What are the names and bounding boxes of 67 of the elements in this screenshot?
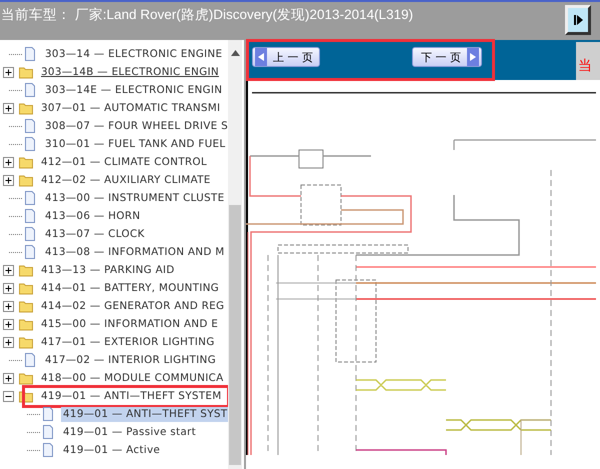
- document-icon: [23, 137, 37, 151]
- expand-toggle[interactable]: [3, 174, 14, 186]
- tree-item[interactable]: 413—00 — INSTRUMENT CLUSTE: [43, 190, 226, 206]
- document-icon: [23, 353, 37, 367]
- tree-item[interactable]: 418—00 — MODULE COMMUNICA: [39, 370, 226, 386]
- folder-icon: [19, 299, 33, 313]
- tree-item[interactable]: 303—14B — ELECTRONIC ENGIN: [39, 64, 221, 80]
- tree-item[interactable]: 413—06 — HORN: [43, 208, 142, 224]
- tree-item[interactable]: 419—01 — Passive start: [61, 424, 198, 440]
- document-icon: [41, 425, 55, 439]
- tree-item[interactable]: 415—00 — INFORMATION AND E: [39, 316, 220, 332]
- expand-toggle[interactable]: [3, 318, 14, 330]
- panel-toggle-button[interactable]: [565, 5, 591, 35]
- folder-icon: [19, 155, 33, 169]
- previous-page-button[interactable]: 上 一 页: [252, 47, 320, 67]
- tree-item[interactable]: 417—02 — INTERIOR LIGHTING: [43, 352, 218, 368]
- tree-item[interactable]: 419—01 — Active: [61, 442, 162, 458]
- tree-item[interactable]: 413—07 — CLOCK: [43, 226, 147, 242]
- expand-toggle[interactable]: [3, 66, 14, 78]
- scrollbar-thumb[interactable]: [229, 205, 241, 465]
- next-page-button[interactable]: 下 一 页: [412, 47, 482, 67]
- folder-icon: [19, 371, 33, 385]
- tree-item[interactable]: 310—01 — FUEL TANK AND FUEL: [43, 136, 228, 152]
- folder-icon: [19, 101, 33, 115]
- document-icon: [23, 83, 37, 97]
- tree-item[interactable]: 308—07 — FOUR WHEEL DRIVE S: [43, 118, 228, 134]
- expand-toggle[interactable]: [3, 336, 14, 348]
- expand-toggle[interactable]: [3, 264, 14, 276]
- expand-toggle[interactable]: [3, 372, 14, 384]
- document-icon: [41, 407, 55, 421]
- folder-icon: [19, 335, 33, 349]
- current-page-label: 当: [577, 57, 592, 76]
- folder-icon: [19, 263, 33, 277]
- expand-toggle[interactable]: [3, 282, 14, 294]
- tree-item[interactable]: 412—01 — CLIMATE CONTROL: [39, 154, 209, 170]
- document-icon: [23, 191, 37, 205]
- arrow-right-icon: [467, 48, 479, 66]
- tree-item[interactable]: 414—01 — BATTERY, MOUNTING: [39, 280, 222, 296]
- tree-item[interactable]: 307—01 — AUTOMATIC TRANSMI: [39, 100, 222, 116]
- document-icon: [23, 227, 37, 241]
- tree-item[interactable]: 413—13 — PARKING AID: [39, 262, 177, 278]
- tree-item[interactable]: 419—01 — ANTI—THEFT SYSTEM: [39, 388, 224, 404]
- tree-item[interactable]: 413—08 — INFORMATION AND M: [43, 244, 227, 260]
- folder-icon: [19, 281, 33, 295]
- document-icon: [23, 209, 37, 223]
- tree-item[interactable]: 419—01 — ANTI—THEFT SYST: [61, 406, 228, 422]
- document-icon: [41, 443, 55, 457]
- document-icon: [23, 119, 37, 133]
- folder-icon: [19, 317, 33, 331]
- tree-item[interactable]: 417—01 — EXTERIOR LIGHTING: [39, 334, 217, 350]
- document-icon: [23, 245, 37, 259]
- tree-item[interactable]: 412—02 — AUXILIARY CLIMATE: [39, 172, 213, 188]
- arrow-left-icon: [255, 48, 267, 66]
- expand-toggle[interactable]: [3, 102, 14, 114]
- folder-icon: [19, 173, 33, 187]
- expand-toggle[interactable]: [3, 300, 14, 312]
- vehicle-title: 当前车型： 厂家:Land Rover(路虎)Discovery(发现)2013-2014(L319): [0, 6, 414, 24]
- collapse-toggle[interactable]: [3, 390, 14, 402]
- folder-icon: [19, 65, 33, 79]
- tree-item[interactable]: 303—14 — ELECTRONIC ENGINE: [43, 46, 224, 62]
- arrow-right-icon: [572, 14, 584, 26]
- document-icon: [23, 47, 37, 61]
- scrollbar[interactable]: [228, 40, 242, 469]
- tree-item[interactable]: 303—14E — ELECTRONIC ENGIN: [43, 82, 224, 98]
- tree-item[interactable]: 414—02 — GENERATOR AND REG: [39, 298, 226, 314]
- scroll-up-icon[interactable]: [231, 50, 240, 56]
- expand-toggle[interactable]: [3, 156, 14, 168]
